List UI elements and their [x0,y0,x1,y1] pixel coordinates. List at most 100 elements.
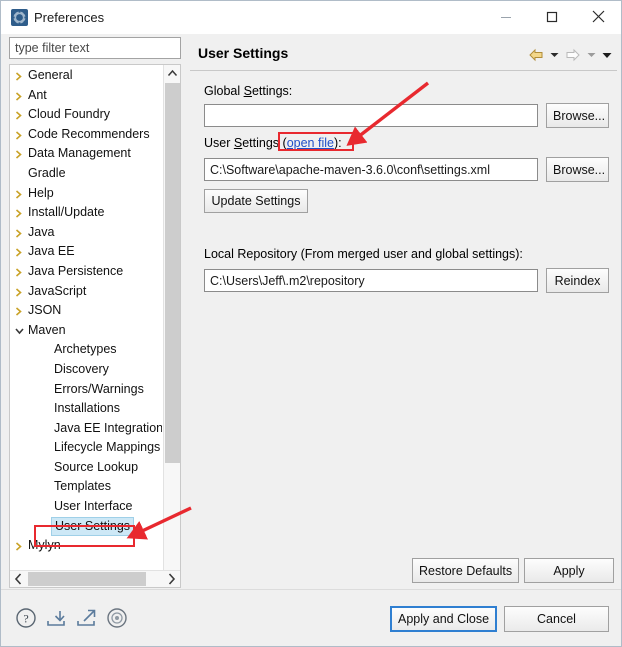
sidebar-item-label: Installations [54,401,121,416]
chevron-right-icon[interactable] [10,282,28,302]
sidebar-item-java[interactable]: Java [10,223,162,243]
global-settings-input[interactable] [204,104,538,127]
view-menu-chevron-down-icon[interactable] [600,46,613,64]
user-settings-browse-button[interactable]: Browse... [546,157,609,182]
forward-arrow-icon[interactable] [563,46,583,64]
chevron-right-icon[interactable] [10,223,28,243]
preferences-dialog: Preferences General Ant Cloud Foundry Code … [0,0,622,647]
chevron-right-icon[interactable] [10,144,28,164]
tree-horizontal-scrollbar[interactable] [10,570,180,587]
chevron-right-icon[interactable] [10,203,28,223]
sidebar-item-installations[interactable]: Installations [10,399,162,419]
update-settings-button[interactable]: Update Settings [204,189,308,213]
tree-horizontal-scroll-thumb[interactable] [28,572,146,586]
sidebar-item-templates[interactable]: Templates [10,477,162,497]
chevron-right-icon[interactable] [10,184,28,204]
chevron-down-icon[interactable] [10,321,28,341]
sidebar-item-json[interactable]: JSON [10,301,162,321]
user-settings-label-mid: ettings [242,136,283,150]
sidebar-item-mylyn[interactable]: Mylyn [10,536,162,556]
sidebar-item-general[interactable]: General [10,66,162,86]
preferences-tree[interactable]: General Ant Cloud Foundry Code Recommenders… [9,64,181,588]
chevron-right-icon[interactable] [10,66,28,86]
sidebar-item-java-persistence[interactable]: Java Persistence [10,262,162,282]
target-icon[interactable] [105,606,129,630]
filter-input[interactable] [9,37,181,59]
scroll-right-icon[interactable] [163,571,180,587]
preferences-gear-icon [11,9,28,26]
sidebar-item-label: Templates [54,479,111,494]
local-repository-input[interactable] [204,269,538,292]
global-settings-label-pre: Global [204,84,244,98]
back-arrow-icon[interactable] [526,46,546,64]
sidebar-item-cloud-foundry[interactable]: Cloud Foundry [10,105,162,125]
chevron-right-icon[interactable] [10,536,28,556]
sidebar-item-label: JavaScript [28,283,87,298]
sidebar-item-source-lookup[interactable]: Source Lookup [10,458,162,478]
sidebar-item-label: User Settings [51,516,135,536]
user-settings-label-mnemonic: S [233,136,243,150]
sidebar-item-discovery[interactable]: Discovery [10,360,162,380]
close-icon[interactable] [575,1,621,32]
open-file-link[interactable]: open file [287,136,334,150]
sidebar-item-errors-warnings[interactable]: Errors/Warnings [10,380,162,400]
scroll-up-icon[interactable] [164,65,180,82]
chevron-right-icon[interactable] [10,125,28,145]
panel-navigation [526,45,613,65]
sidebar-item-lifecycle-mappings[interactable]: Lifecycle Mappings [10,438,162,458]
chevron-right-icon[interactable] [10,86,28,106]
title-separator [190,70,617,71]
sidebar-item-code-recommenders[interactable]: Code Recommenders [10,125,162,145]
chevron-right-icon[interactable] [10,105,28,125]
sidebar-item-label: Data Management [28,146,131,161]
restore-defaults-button[interactable]: Restore Defaults [412,558,519,583]
sidebar-item-label: JSON [28,303,62,318]
chevron-right-icon[interactable] [10,242,28,262]
sidebar-item-gradle[interactable]: Gradle [10,164,162,184]
user-settings-input[interactable] [204,158,538,181]
sidebar-item-install-update[interactable]: Install/Update [10,203,162,223]
sidebar-item-label: Java EE Integration [54,420,162,435]
sidebar-item-java-ee-integration[interactable]: Java EE Integration [10,419,162,439]
window-title: Preferences [34,10,105,25]
user-settings-label: User Settings (open file): [204,136,342,150]
help-icon[interactable]: ? [14,606,38,630]
chevron-right-icon[interactable] [10,262,28,282]
global-settings-label-mnemonic: S [243,84,252,98]
minimize-icon[interactable] [483,1,529,32]
sidebar-item-label: Source Lookup [54,459,139,474]
title-bar: Preferences [1,1,621,34]
export-icon[interactable] [74,606,98,630]
sidebar-item-label: Archetypes [54,342,117,357]
tree-vertical-scrollbar[interactable] [163,65,180,587]
sidebar-item-user-interface[interactable]: User Interface [10,497,162,517]
global-settings-label: Global Settings: [204,84,292,98]
apply-and-close-button[interactable]: Apply and Close [390,606,497,632]
global-settings-browse-button[interactable]: Browse... [546,103,609,128]
back-dropdown-chevron-down-icon[interactable] [548,46,561,64]
sidebar-item-data-management[interactable]: Data Management [10,144,162,164]
forward-dropdown-chevron-down-icon[interactable] [585,46,598,64]
apply-button[interactable]: Apply [524,558,614,583]
global-settings-label-post: ettings: [251,84,293,98]
sidebar-item-help[interactable]: Help [10,184,162,204]
sidebar-item-user-settings[interactable]: User Settings [10,516,162,537]
reindex-button[interactable]: Reindex [546,268,609,293]
sidebar-item-maven[interactable]: Maven [10,321,162,341]
import-icon[interactable] [44,606,68,630]
sidebar-item-ant[interactable]: Ant [10,86,162,106]
page-title: User Settings [198,45,289,61]
sidebar-item-javascript[interactable]: JavaScript [10,282,162,302]
user-settings-link-close-paren: ): [333,136,342,150]
maximize-icon[interactable] [529,1,575,32]
sidebar-item-java-ee[interactable]: Java EE [10,242,162,262]
sidebar-item-label: General [28,68,73,82]
sidebar-item-archetypes[interactable]: Archetypes [10,340,162,360]
user-settings-label-pre: User [204,136,234,150]
chevron-right-icon[interactable] [10,301,28,321]
scroll-left-icon[interactable] [10,571,27,587]
sidebar-item-label: Help [28,185,54,200]
sidebar-item-label: User Interface [54,499,133,514]
tree-vertical-scroll-thumb[interactable] [165,83,180,463]
cancel-button[interactable]: Cancel [504,606,609,632]
